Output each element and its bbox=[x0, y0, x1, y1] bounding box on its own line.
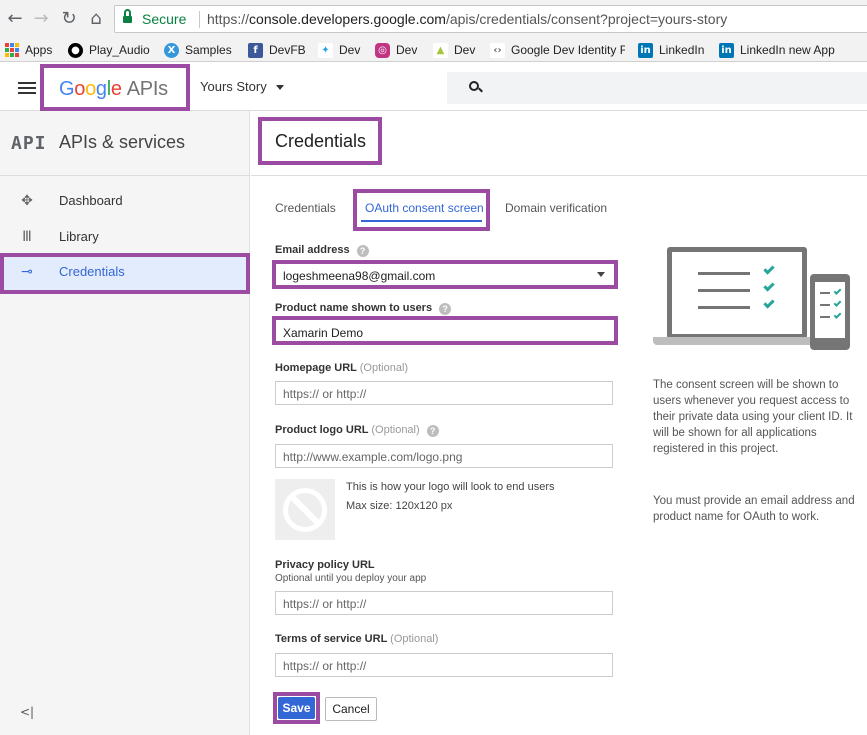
sidebar-item-library[interactable]: Ⅲ Library bbox=[0, 219, 250, 255]
laptop-icon bbox=[667, 247, 807, 339]
sidebar-item-label: Library bbox=[59, 229, 99, 244]
collapse-sidebar-icon[interactable]: <| bbox=[20, 705, 34, 719]
help-icon[interactable]: ? bbox=[356, 245, 369, 257]
bookmark-samples[interactable]: X Samples bbox=[164, 41, 232, 59]
dashboard-icon: ✥ bbox=[21, 193, 33, 209]
browser-toolbar: ← → ↻ ⌂ Secure https://console.developer… bbox=[0, 0, 867, 38]
bookmark-linkedin[interactable]: in LinkedIn bbox=[638, 41, 704, 59]
bookmark-devfb[interactable]: f DevFB bbox=[248, 41, 306, 59]
help-icon[interactable]: ? bbox=[426, 425, 439, 437]
privacy-policy-url-label: Privacy policy URL bbox=[275, 559, 375, 571]
secure-label: Secure bbox=[142, 11, 187, 27]
page-title-highlight: Credentials bbox=[258, 117, 382, 165]
save-button[interactable]: Save bbox=[278, 697, 315, 719]
chevron-down-icon[interactable] bbox=[276, 85, 284, 90]
lock-icon bbox=[123, 9, 132, 24]
android-icon: ▲ bbox=[433, 42, 448, 58]
sidebar-item-label: Credentials bbox=[59, 264, 125, 279]
header-divider bbox=[251, 175, 867, 176]
key-icon: ⊸ bbox=[21, 264, 33, 280]
homepage-url-placeholder: https:// or http:// bbox=[283, 387, 367, 401]
apis-wordmark: APIs bbox=[126, 78, 168, 100]
sidebar-item-label: Dashboard bbox=[59, 193, 123, 208]
chevron-down-icon bbox=[597, 272, 605, 277]
active-tab-indicator bbox=[361, 220, 482, 222]
google-wordmark: Google bbox=[59, 78, 122, 100]
bookmark-dev-instagram[interactable]: ◎ Dev bbox=[375, 41, 417, 59]
logo-size-note: Max size: 120x120 px bbox=[346, 500, 453, 512]
google-dev-icon: ‹› bbox=[490, 42, 505, 58]
google-apis-logo-highlight: Google APIs bbox=[40, 64, 190, 111]
page-title: Credentials bbox=[275, 131, 367, 151]
terms-of-service-url-input[interactable]: https:// or http:// bbox=[275, 653, 613, 677]
privacy-policy-url-placeholder: https:// or http:// bbox=[283, 597, 367, 611]
url-text[interactable]: https://console.developers.google.com/ap… bbox=[207, 11, 727, 27]
tab-credentials[interactable]: Credentials bbox=[275, 201, 336, 215]
help-icon[interactable]: ? bbox=[439, 303, 452, 315]
sidebar-item-dashboard[interactable]: ✥ Dashboard bbox=[0, 183, 250, 219]
product-logo-url-input[interactable]: http://www.example.com/logo.png bbox=[275, 444, 613, 468]
xamarin-icon: X bbox=[164, 42, 179, 58]
address-bar[interactable]: Secure https://console.developers.google… bbox=[114, 5, 867, 33]
cancel-button[interactable]: Cancel bbox=[325, 697, 377, 721]
facebook-icon: f bbox=[248, 42, 263, 58]
bookmark-play-audio[interactable]: ● Play_Audio bbox=[68, 41, 150, 59]
privacy-policy-sublabel: Optional until you deploy your app bbox=[275, 573, 427, 584]
product-logo-url-label: Product logo URL (Optional)? bbox=[275, 424, 439, 437]
bookmark-linkedin-new-app[interactable]: in LinkedIn new App bbox=[719, 41, 835, 59]
bookmark-dev-android[interactable]: ▲ Dev bbox=[433, 41, 475, 59]
email-label: Email address? bbox=[275, 244, 369, 257]
sidebar-header: API APIs & services bbox=[0, 111, 250, 176]
laptop-base bbox=[653, 337, 813, 345]
product-name-value: Xamarin Demo bbox=[283, 326, 364, 340]
back-arrow-icon[interactable]: ← bbox=[4, 8, 26, 30]
homepage-url-label: Homepage URL (Optional) bbox=[275, 362, 409, 374]
search-icon[interactable] bbox=[469, 81, 483, 94]
consent-illustration bbox=[653, 247, 853, 352]
sidebar-title: APIs & services bbox=[59, 132, 186, 152]
search-bar[interactable] bbox=[447, 72, 867, 104]
google-apis-logo[interactable]: Google APIs bbox=[59, 78, 168, 101]
sidebar-item-credentials[interactable]: ⊸ Credentials bbox=[0, 253, 250, 294]
email-value: logeshmeena98@gmail.com bbox=[283, 269, 436, 283]
tab-oauth-consent-screen[interactable]: OAuth consent screen bbox=[365, 201, 484, 215]
terms-of-service-url-placeholder: https:// or http:// bbox=[283, 659, 367, 673]
apps-grid-icon bbox=[5, 43, 19, 57]
sidebar: API APIs & services ✥ Dashboard Ⅲ Librar… bbox=[0, 111, 250, 735]
linkedin-icon: in bbox=[638, 42, 653, 58]
github-icon: ● bbox=[68, 42, 83, 58]
api-icon: API bbox=[11, 133, 47, 154]
console-header: Google APIs Yours Story bbox=[0, 62, 867, 111]
library-icon: Ⅲ bbox=[22, 229, 32, 245]
home-icon[interactable]: ⌂ bbox=[85, 8, 107, 30]
consent-info-text: The consent screen will be shown to user… bbox=[653, 379, 853, 455]
forward-arrow-icon[interactable]: → bbox=[30, 8, 52, 30]
address-divider bbox=[199, 11, 200, 28]
logo-preview bbox=[275, 479, 335, 540]
bookmark-apps[interactable]: Apps bbox=[5, 41, 52, 59]
menu-icon[interactable] bbox=[18, 82, 36, 94]
bookmarks-bar: Apps ● Play_Audio X Samples f DevFB ✦ Dev ◎ D… bbox=[0, 38, 867, 62]
phone-icon bbox=[810, 274, 850, 350]
terms-of-service-url-label: Terms of service URL (Optional) bbox=[275, 633, 439, 645]
project-selector[interactable]: Yours Story bbox=[200, 79, 267, 94]
bookmark-dev-twitter[interactable]: ✦ Dev bbox=[318, 41, 360, 59]
product-name-label: Product name shown to users? bbox=[275, 302, 452, 315]
consent-requirement-text: You must provide an email address and pr… bbox=[653, 495, 855, 523]
logo-preview-note: This is how your logo will look to end u… bbox=[346, 481, 555, 493]
tab-oauth-consent-highlight: OAuth consent screen bbox=[353, 189, 490, 231]
twitter-icon: ✦ bbox=[318, 42, 333, 58]
linkedin-icon: in bbox=[719, 42, 734, 58]
product-logo-url-placeholder: http://www.example.com/logo.png bbox=[283, 450, 463, 464]
no-image-icon bbox=[283, 488, 327, 532]
save-button-highlight: Save bbox=[273, 692, 320, 724]
email-select[interactable]: logeshmeena98@gmail.com bbox=[272, 260, 618, 289]
product-name-input[interactable]: Xamarin Demo bbox=[272, 316, 618, 345]
instagram-icon: ◎ bbox=[375, 42, 390, 58]
reload-icon[interactable]: ↻ bbox=[58, 8, 80, 30]
bookmark-google-dev-identity[interactable]: ‹› Google Dev Identity F bbox=[490, 41, 625, 59]
homepage-url-input[interactable]: https:// or http:// bbox=[275, 381, 613, 405]
tab-domain-verification[interactable]: Domain verification bbox=[505, 201, 607, 215]
privacy-policy-url-input[interactable]: https:// or http:// bbox=[275, 591, 613, 615]
